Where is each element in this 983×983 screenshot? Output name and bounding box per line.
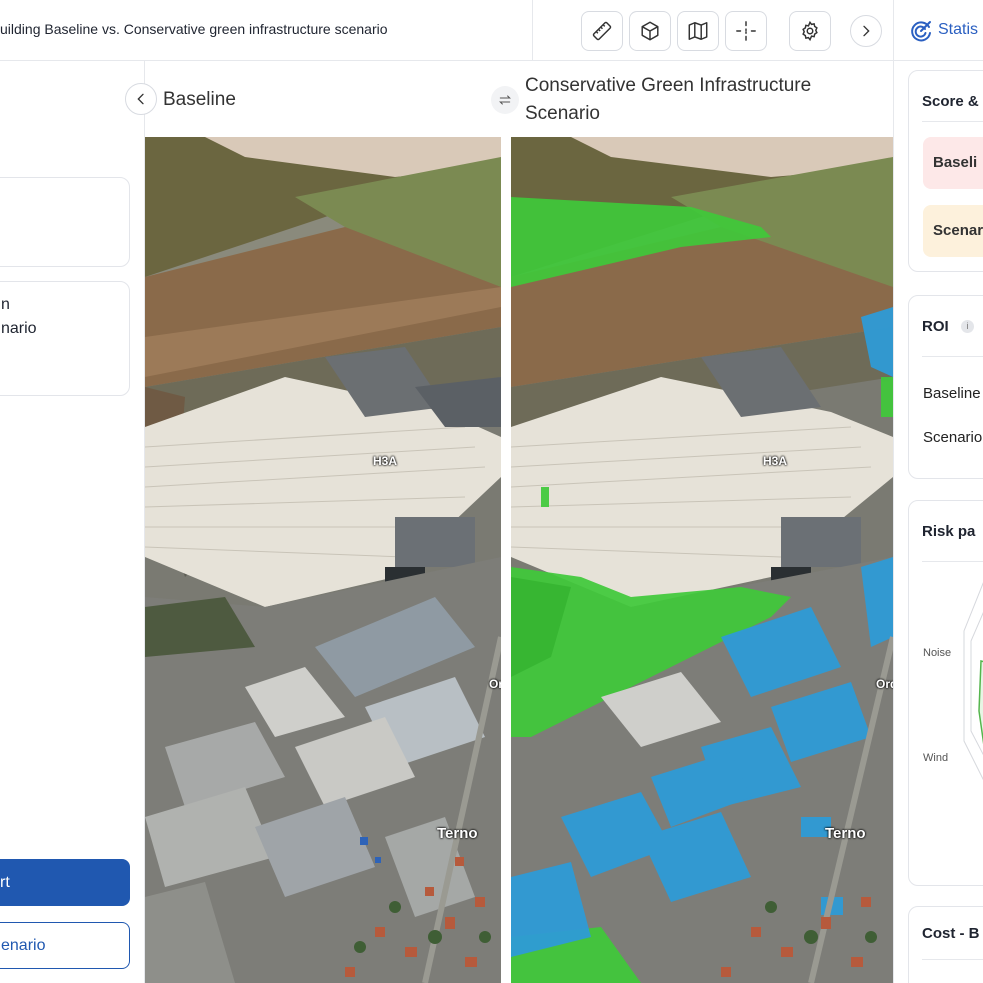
statistics-panel: Statis Score & Baseli Scenar ROI i Basel… <box>893 0 983 983</box>
building-label: H3A <box>373 454 398 468</box>
swap-arrows-icon <box>499 95 511 105</box>
risk-card-divider <box>922 561 983 562</box>
place-label: Terno <box>437 825 478 842</box>
score-card: Score & Baseli Scenar <box>908 70 983 272</box>
scenario-card-line2: nario <box>1 320 37 337</box>
cost-card-title: Cost - B <box>922 925 980 942</box>
risk-profile-card: Risk pa Noise Wind <box>908 500 983 886</box>
recenter-button[interactable] <box>725 11 767 51</box>
scenario-map[interactable]: H3A Terno Ord <box>511 137 893 983</box>
road-label: Or <box>489 677 501 691</box>
road-label: Ord <box>876 677 893 691</box>
scenario-map-title-line2: Scenario <box>525 103 600 124</box>
radar-axis-wind: Wind <box>923 752 949 764</box>
scenario-score-label: Scenar <box>933 222 983 239</box>
cost-card-divider <box>922 959 983 960</box>
baseline-map[interactable]: H3A Terno Or <box>145 137 501 983</box>
swap-button[interactable] <box>491 86 519 114</box>
cost-benefit-card: Cost - B <box>908 906 983 983</box>
scenario-card-line1: n <box>1 296 10 313</box>
roi-card-title: ROI <box>922 318 949 335</box>
chevron-left-icon <box>137 93 144 105</box>
map-layers-button[interactable] <box>677 11 719 51</box>
secondary-action-button[interactable]: enario <box>0 922 130 969</box>
collapse-panel-button[interactable] <box>125 83 157 115</box>
3d-view-button[interactable] <box>629 11 671 51</box>
baseline-map-title: Baseline <box>163 89 236 110</box>
scenario-score-pill: Scenar <box>923 205 983 257</box>
roi-scenario-label: Scenario <box>923 429 983 446</box>
comparison-title: uilding Baseline vs. Conservative green … <box>0 21 388 37</box>
scenario-satellite-image <box>511 137 893 983</box>
risk-radar-chart <box>963 582 983 781</box>
chevron-right-icon <box>863 25 870 37</box>
crosshair-icon <box>736 21 756 41</box>
risk-card-title: Risk pa <box>922 523 976 540</box>
roi-baseline-label: Baseline <box>923 385 981 402</box>
radar-axis-noise: Noise <box>923 647 952 659</box>
scenario-map-title-line1: Conservative Green Infrastructure <box>525 75 812 96</box>
baseline-score-pill: Baseli <box>923 137 983 189</box>
baseline-score-label: Baseli <box>933 154 978 171</box>
statistics-logo-icon <box>911 21 931 42</box>
scenario-card-conservative[interactable]: n nario <box>0 281 130 396</box>
secondary-action-label: enario <box>1 937 46 954</box>
building-label: H3A <box>763 454 788 468</box>
expand-panel-button[interactable] <box>850 15 882 47</box>
ruler-icon <box>592 21 612 41</box>
cube-icon <box>641 21 659 41</box>
place-label: Terno <box>825 825 866 842</box>
map-icon <box>688 22 708 40</box>
measure-button[interactable] <box>581 11 623 51</box>
scenario-side-panel: n nario rt enario <box>0 61 145 983</box>
statistics-tab[interactable]: Statis <box>894 0 983 61</box>
primary-action-label: rt <box>0 874 10 891</box>
toolbar-divider <box>532 0 533 61</box>
settings-button[interactable] <box>789 11 831 51</box>
settings-icon <box>802 20 818 42</box>
score-card-divider <box>922 121 983 122</box>
top-bar: uilding Baseline vs. Conservative green … <box>0 0 893 61</box>
roi-card-divider <box>922 356 983 357</box>
baseline-satellite-image <box>145 137 501 983</box>
primary-action-button[interactable]: rt <box>0 859 130 906</box>
score-card-title: Score & <box>922 93 979 110</box>
roi-card: ROI i Baseline Scenario <box>908 295 983 479</box>
statistics-tab-label: Statis <box>938 21 979 38</box>
info-icon[interactable]: i <box>961 320 974 333</box>
scenario-card-baseline[interactable] <box>0 177 130 267</box>
